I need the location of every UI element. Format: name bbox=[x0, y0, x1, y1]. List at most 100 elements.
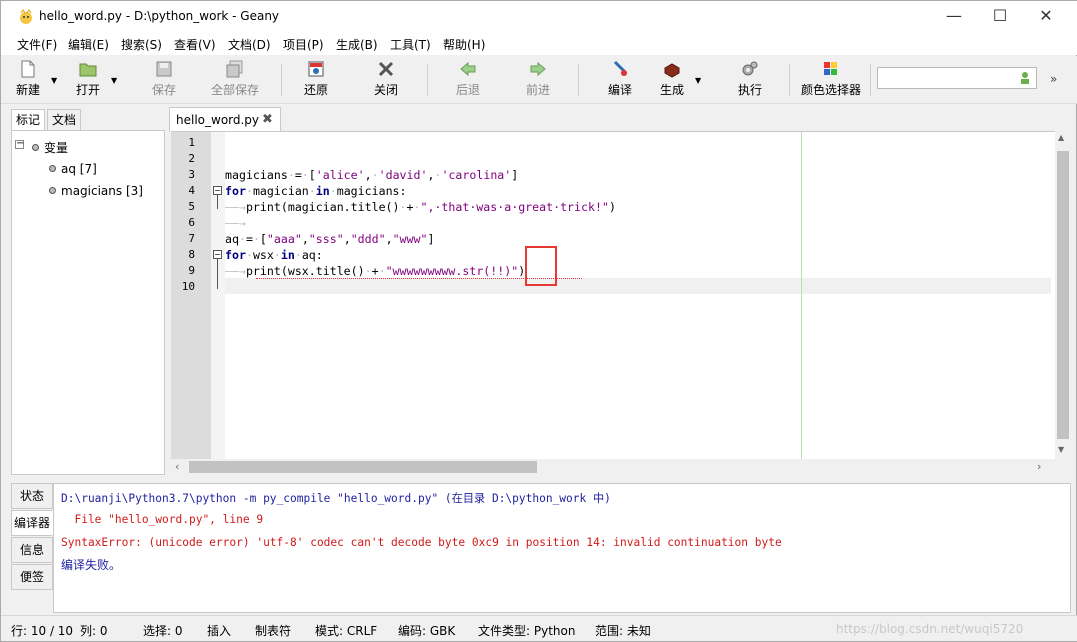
compile-icon bbox=[613, 60, 627, 76]
maximize-button[interactable]: ☐ bbox=[977, 1, 1023, 33]
tree-item-magicians[interactable]: magicians [3] bbox=[49, 184, 143, 198]
menu-search[interactable]: 搜索(S) bbox=[121, 36, 162, 53]
new-dropdown-icon[interactable]: ▼ bbox=[51, 76, 57, 85]
open-dropdown-icon[interactable]: ▼ bbox=[111, 76, 117, 85]
scroll-up-icon[interactable]: ▲ bbox=[1058, 133, 1064, 142]
geany-window: hello_word.py - D:\python_work - Geany —… bbox=[0, 0, 1077, 642]
new-button[interactable]: 新建 bbox=[13, 60, 43, 100]
gears-icon bbox=[742, 61, 758, 76]
revert-button[interactable]: 还原 bbox=[301, 60, 331, 100]
fold-line bbox=[217, 259, 218, 289]
open-button[interactable]: 打开 bbox=[73, 60, 103, 100]
window-title: hello_word.py - D:\python_work - Geany bbox=[39, 9, 280, 23]
sidebar-tabs: 标记 文档 bbox=[11, 109, 165, 131]
color-chooser-button[interactable]: 颜色选择器 bbox=[799, 60, 863, 100]
menu-edit[interactable]: 编辑(E) bbox=[68, 36, 109, 53]
line-number: 6 bbox=[188, 216, 195, 229]
tree-collapse-icon[interactable]: − bbox=[15, 139, 24, 149]
execute-button[interactable]: 执行 bbox=[735, 60, 765, 100]
status-line: 行: 10 / 10 bbox=[11, 624, 74, 638]
code-line-3: magicians·=·['alice',·'david',·'carolina… bbox=[225, 168, 519, 182]
menu-tools[interactable]: 工具(T) bbox=[390, 36, 431, 53]
long-line-marker bbox=[801, 132, 802, 460]
tab-messages[interactable]: 信息 bbox=[11, 537, 53, 563]
forward-button[interactable]: 前进 bbox=[523, 60, 553, 100]
code-editor[interactable]: 1 2 3 4 5 6 7 8 9 10 − − magicians·=·['a… bbox=[171, 131, 1055, 460]
variable-icon bbox=[49, 187, 56, 194]
menu-file[interactable]: 文件(F) bbox=[17, 36, 57, 53]
close-file-button[interactable]: 关闭 bbox=[371, 60, 401, 100]
fold-toggle-icon[interactable]: − bbox=[213, 250, 222, 259]
status-indent: 制表符 bbox=[255, 624, 292, 638]
code-line-6: ——→ bbox=[225, 216, 246, 230]
menu-document[interactable]: 文档(D) bbox=[228, 36, 271, 53]
line-number: 9 bbox=[188, 264, 195, 277]
line-number: 5 bbox=[188, 200, 195, 213]
tab-scribble[interactable]: 便签 bbox=[11, 564, 53, 590]
tab-status[interactable]: 状态 bbox=[11, 483, 53, 509]
status-filetype: 文件类型: Python bbox=[478, 624, 576, 638]
line-number: 1 bbox=[188, 136, 195, 149]
compiler-error-location[interactable]: File "hello_word.py", line 9 bbox=[61, 513, 263, 526]
scroll-right-icon[interactable]: › bbox=[1037, 460, 1041, 473]
status-bar: 行: 10 / 10 列: 0 选择: 0 插入 制表符 模式: CRLF 编码… bbox=[1, 615, 1077, 641]
code-line-5: ——→print(magician.title()·+·",·that·was·… bbox=[225, 200, 616, 214]
new-file-icon bbox=[21, 60, 35, 78]
symbol-tree: − 变量 aq [7] magicians [3] bbox=[11, 130, 165, 475]
menu-build[interactable]: 生成(B) bbox=[336, 36, 378, 53]
tree-item-variables[interactable]: 变量 bbox=[32, 139, 68, 156]
user-search-icon[interactable] bbox=[1018, 71, 1032, 85]
toolbar-search-input[interactable] bbox=[877, 67, 1037, 89]
minimize-button[interactable]: — bbox=[931, 1, 977, 33]
arrow-right-icon bbox=[530, 61, 546, 77]
status-column: 列: 0 bbox=[80, 624, 108, 638]
message-window-tabs: 状态 编译器 信息 便签 bbox=[11, 483, 53, 613]
fold-toggle-icon[interactable]: − bbox=[213, 186, 222, 195]
horizontal-scroll-thumb[interactable] bbox=[189, 461, 537, 473]
save-button[interactable]: 保存 bbox=[149, 60, 179, 100]
revert-icon bbox=[308, 61, 324, 77]
menu-help[interactable]: 帮助(H) bbox=[443, 36, 485, 53]
line-number: 10 bbox=[181, 280, 195, 293]
open-folder-icon bbox=[79, 63, 97, 77]
compile-button[interactable]: 编译 bbox=[605, 60, 635, 100]
fold-margin: − − bbox=[211, 132, 225, 460]
horizontal-scrollbar[interactable]: ‹ › bbox=[171, 459, 1055, 475]
tab-documents[interactable]: 文档 bbox=[47, 109, 82, 131]
variable-icon bbox=[49, 165, 56, 172]
line-number: 4 bbox=[188, 184, 195, 197]
line-number: 2 bbox=[188, 152, 195, 165]
compiler-output: D:\ruanji\Python3.7\python -m py_compile… bbox=[53, 483, 1071, 613]
menu-view[interactable]: 查看(V) bbox=[174, 36, 216, 53]
geany-app-icon bbox=[20, 9, 32, 24]
build-button[interactable]: 生成 bbox=[657, 60, 687, 100]
toolbar-overflow-button[interactable]: » bbox=[1050, 72, 1057, 86]
toolbar: 新建 ▼ 打开 ▼ 保存 全部保存 还原 关闭 后退 前进 编译 生成 ▼ 执行… bbox=[1, 56, 1077, 104]
tab-hello-word-py[interactable]: hello_word.py ✖ bbox=[169, 107, 281, 132]
menu-bar: 文件(F) 编辑(E) 搜索(S) 查看(V) 文档(D) 项目(P) 生成(B… bbox=[1, 33, 1077, 55]
line-number: 8 bbox=[188, 248, 195, 261]
scroll-down-icon[interactable]: ▼ bbox=[1058, 445, 1064, 454]
code-line-4: for·magician·in·magicians: bbox=[225, 184, 407, 198]
status-insert-mode: 插入 bbox=[207, 624, 232, 638]
status-eol-mode: 模式: CRLF bbox=[315, 624, 378, 638]
save-all-button[interactable]: 全部保存 bbox=[209, 60, 261, 100]
save-icon bbox=[156, 61, 172, 77]
close-window-button[interactable]: ✕ bbox=[1023, 1, 1069, 33]
tree-item-aq[interactable]: aq [7] bbox=[49, 162, 97, 176]
close-tab-icon[interactable]: ✖ bbox=[262, 112, 273, 127]
toolbar-separator bbox=[870, 64, 871, 96]
back-button[interactable]: 后退 bbox=[453, 60, 483, 100]
scroll-left-icon[interactable]: ‹ bbox=[175, 460, 179, 473]
status-encoding: 编码: GBK bbox=[398, 624, 456, 638]
menu-project[interactable]: 项目(P) bbox=[283, 36, 324, 53]
compiler-result: 编译失败。 bbox=[61, 558, 122, 572]
tab-symbols[interactable]: 标记 bbox=[11, 109, 46, 131]
toolbar-separator bbox=[281, 64, 282, 96]
status-scope: 范围: 未知 bbox=[595, 624, 651, 638]
compiler-error-message[interactable]: SyntaxError: (unicode error) 'utf-8' cod… bbox=[61, 536, 782, 549]
code-line-8: for·wsx·in·aq: bbox=[225, 248, 323, 262]
build-dropdown-icon[interactable]: ▼ bbox=[695, 76, 701, 85]
vertical-scroll-thumb[interactable] bbox=[1057, 151, 1069, 439]
tab-compiler[interactable]: 编译器 bbox=[11, 510, 53, 536]
